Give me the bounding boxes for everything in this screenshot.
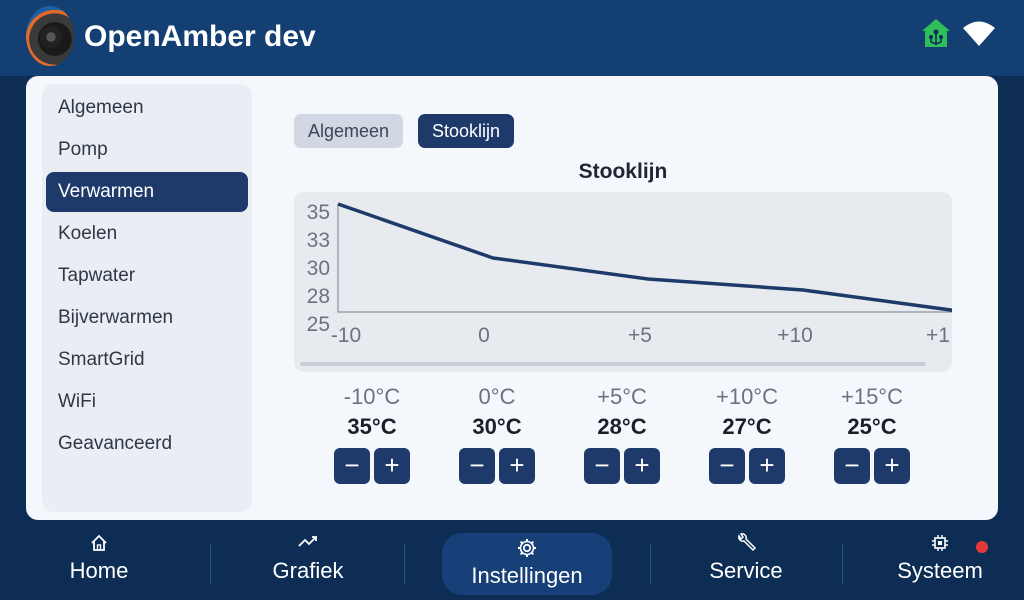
stepper-outdoor-temp: 0°C [478, 384, 516, 409]
x-tick-label: -10 [331, 324, 361, 347]
setpoint-stepper: +10°C 27°C − + [697, 384, 797, 484]
nav-grafiek-label: Grafiek [272, 558, 344, 583]
stepper-outdoor-temp: -10°C [343, 384, 401, 409]
increase-button[interactable]: + [499, 448, 535, 484]
setpoint-stepper: +15°C 25°C − + [822, 384, 922, 484]
x-tick-label: +10 [777, 324, 813, 347]
series-line [337, 202, 952, 312]
nav-home-label: Home [69, 558, 129, 583]
nav-divider [210, 544, 211, 584]
home-network-icon [920, 18, 952, 48]
settings-panel: Algemeen Pomp Verwarmen Koelen Tapwater … [26, 76, 998, 520]
app-header: OpenAmber dev [0, 0, 1024, 76]
increase-button[interactable]: + [624, 448, 660, 484]
y-tick-label: 25 [307, 313, 330, 336]
wifi-icon [962, 19, 996, 47]
nav-instellingen[interactable]: Instellingen [442, 533, 612, 595]
increase-button[interactable]: + [374, 448, 410, 484]
chart-title: Stooklijn [578, 160, 668, 183]
decrease-button[interactable]: − [709, 448, 745, 484]
tab-stooklijn[interactable]: Stooklijn [418, 114, 515, 148]
sidebar-item-geavanceerd[interactable]: Geavanceerd [46, 424, 248, 464]
x-tick-label: 0 [478, 324, 490, 347]
x-tick-label: +5 [628, 324, 652, 347]
stepper-outdoor-temp: +10°C [715, 384, 778, 409]
decrease-button[interactable]: − [834, 448, 870, 484]
sidebar-item-smartgrid[interactable]: SmartGrid [46, 340, 248, 380]
y-tick-label: 33 [307, 229, 330, 252]
nav-divider [404, 544, 405, 584]
setpoint-stepper: -10°C 35°C − + [322, 384, 422, 484]
increase-button[interactable]: + [874, 448, 910, 484]
nav-grafiek[interactable]: Grafiek [246, 532, 370, 594]
nav-service-label: Service [709, 558, 783, 583]
setpoint-stepper: +5°C 28°C − + [572, 384, 672, 484]
stepper-water-temp: 30°C [472, 414, 522, 439]
bottom-navigation: Home Grafiek Instellingen Service Systee… [0, 520, 1024, 600]
sidebar-item-bijverwarmen[interactable]: Bijverwarmen [46, 298, 248, 338]
stepper-water-temp: 28°C [597, 414, 647, 439]
app-title: OpenAmber dev [84, 20, 316, 53]
stooklijn-chart[interactable]: 35 33 30 28 25 -10 0 +5 +10 +1 [294, 192, 952, 372]
gear-icon [442, 533, 612, 559]
tab-algemeen[interactable]: Algemeen [294, 114, 404, 148]
alert-indicator [976, 541, 988, 553]
sidebar-item-algemeen[interactable]: Algemeen [46, 88, 248, 128]
nav-home[interactable]: Home [40, 532, 158, 594]
chart-scrollbar[interactable] [300, 362, 926, 366]
stepper-water-temp: 35°C [347, 414, 397, 439]
chart-canvas: 35 33 30 28 25 -10 0 +5 +10 +1 [307, 201, 952, 347]
stepper-outdoor-temp: +5°C [597, 384, 647, 409]
increase-button[interactable]: + [749, 448, 785, 484]
decrease-button[interactable]: − [334, 448, 370, 484]
sidebar-item-pomp[interactable]: Pomp [46, 130, 248, 170]
nav-instellingen-label: Instellingen [471, 563, 583, 588]
y-tick-label: 28 [307, 285, 330, 308]
sidebar-item-wifi[interactable]: WiFi [46, 382, 248, 422]
sidebar-item-tapwater[interactable]: Tapwater [46, 256, 248, 296]
y-tick-label: 35 [307, 201, 330, 224]
chart-trend-icon [246, 532, 370, 554]
wrench-icon [688, 532, 804, 554]
settings-sidebar: Algemeen Pomp Verwarmen Koelen Tapwater … [42, 84, 252, 512]
setpoint-stepper: 0°C 30°C − + [447, 384, 547, 484]
stepper-outdoor-temp: +15°C [840, 384, 903, 409]
status-icons [920, 18, 996, 48]
chart-axes [337, 204, 952, 313]
nav-service[interactable]: Service [688, 532, 804, 594]
sidebar-item-koelen[interactable]: Koelen [46, 214, 248, 254]
nav-divider [650, 544, 651, 584]
home-icon [40, 532, 158, 554]
stepper-water-temp: 25°C [847, 414, 897, 439]
stepper-water-temp: 27°C [722, 414, 772, 439]
nav-divider [842, 544, 843, 584]
x-tick-label: +1 [926, 324, 950, 347]
decrease-button[interactable]: − [584, 448, 620, 484]
nav-systeem-label: Systeem [897, 558, 983, 583]
app-logo [26, 6, 74, 66]
decrease-button[interactable]: − [459, 448, 495, 484]
y-tick-label: 30 [307, 257, 330, 280]
sidebar-item-verwarmen[interactable]: Verwarmen [46, 172, 248, 212]
